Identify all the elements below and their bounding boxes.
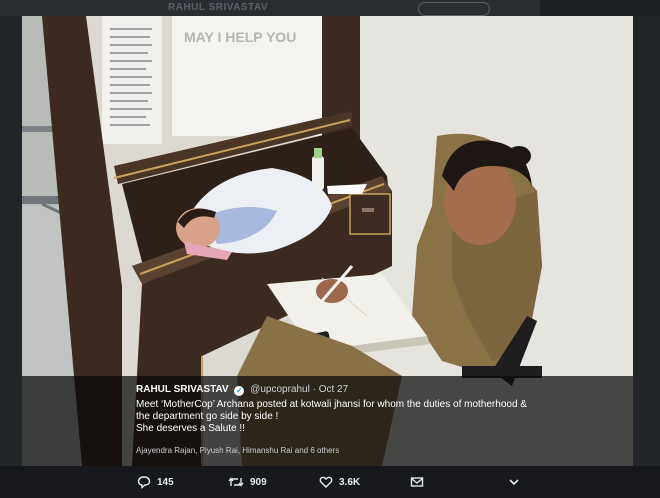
tweet-date[interactable]: Oct 27	[319, 384, 348, 395]
retweet-count: 909	[250, 476, 267, 488]
help-sign-text: MAY I HELP YOU	[184, 29, 296, 45]
reply-count: 145	[157, 476, 174, 488]
more-options-button[interactable]	[507, 466, 521, 498]
right-gutter	[633, 16, 660, 466]
retweet-button[interactable]: 909	[228, 466, 267, 498]
mail-icon	[410, 477, 424, 487]
tweet-caption-overlay: RAHUL SRIVASTAV ✓ @upcoprahul · Oct 27 M…	[22, 376, 633, 466]
verified-icon: ✓	[234, 386, 245, 396]
separator-dot: ·	[312, 384, 316, 395]
direct-message-button[interactable]	[410, 466, 424, 498]
retweet-icon	[228, 477, 244, 487]
tweet-text-line: She deserves a Salute !!	[136, 423, 245, 434]
background-author-name: RAHUL SRIVASTAV	[168, 2, 269, 13]
tweet-action-bar: 145 909 3.6K	[0, 466, 660, 498]
tweet-text-line: Meet ‘MotherCop’ Archana posted at kotwa…	[136, 399, 527, 410]
left-gutter	[0, 16, 22, 466]
reply-button[interactable]: 145	[137, 466, 174, 498]
top-right-region	[540, 0, 660, 16]
tweet-header: RAHUL SRIVASTAV ✓ @upcoprahul · Oct 27	[136, 384, 348, 396]
top-bar: RAHUL SRIVASTAV	[0, 0, 660, 16]
like-button[interactable]: 3.6K	[319, 466, 360, 498]
reply-icon	[137, 476, 151, 489]
author-name[interactable]: RAHUL SRIVASTAV	[136, 384, 229, 395]
author-handle[interactable]: @upcoprahul	[250, 384, 310, 395]
chevron-down-icon	[509, 479, 519, 486]
tweet-text-line: the department go side by side !	[136, 411, 279, 422]
tweet-text: Meet ‘MotherCop’ Archana posted at kotwa…	[136, 399, 528, 435]
heart-icon	[319, 476, 333, 488]
tagged-users[interactable]: Ajayendra Rajan, Piyush Rai, Himanshu Ra…	[136, 446, 339, 455]
like-count: 3.6K	[339, 476, 361, 488]
background-follow-button	[418, 2, 490, 16]
